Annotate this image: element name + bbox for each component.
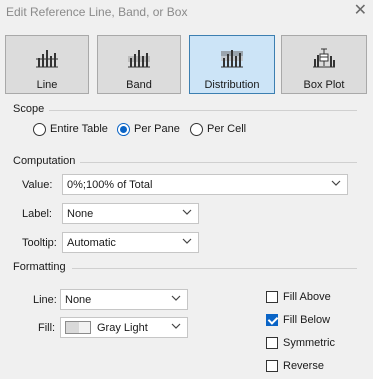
checkbox-label: Fill Below bbox=[283, 314, 331, 326]
type-button-distribution[interactable]: Distribution bbox=[189, 35, 275, 94]
type-button-label: Band bbox=[126, 79, 152, 91]
checkbox-indicator bbox=[266, 337, 278, 349]
scope-divider bbox=[49, 110, 357, 111]
type-button-line[interactable]: Line bbox=[5, 35, 89, 94]
value-select[interactable]: 0%;100% of Total bbox=[62, 174, 348, 195]
type-button-box-plot[interactable]: Box Plot bbox=[281, 35, 367, 94]
reference-distribution-icon bbox=[221, 50, 243, 68]
box-plot-icon bbox=[313, 48, 335, 68]
formatting-divider bbox=[72, 268, 357, 269]
color-swatch bbox=[65, 321, 91, 334]
checkbox-indicator bbox=[266, 360, 278, 372]
checkbox-label: Symmetric bbox=[283, 337, 335, 349]
tooltip-select-value: Automatic bbox=[67, 237, 116, 249]
checkbox-indicator bbox=[266, 314, 278, 326]
fill-select-value: Gray Light bbox=[97, 322, 148, 334]
close-icon[interactable]: ✕ bbox=[354, 2, 367, 20]
line-select[interactable]: None bbox=[60, 289, 188, 310]
value-label: Value: bbox=[22, 179, 53, 191]
chevron-down-icon bbox=[331, 180, 341, 186]
chevron-down-icon bbox=[182, 238, 192, 244]
chevron-down-icon bbox=[171, 323, 181, 329]
computation-heading: Computation bbox=[13, 155, 76, 167]
line-label: Line: bbox=[33, 294, 57, 306]
chevron-down-icon bbox=[171, 295, 181, 301]
computation-divider bbox=[80, 162, 357, 163]
title-bar: Edit Reference Line, Band, or Box ✕ bbox=[0, 0, 373, 24]
reference-line-icon bbox=[36, 50, 58, 68]
label-label: Label: bbox=[22, 208, 52, 220]
radio-indicator bbox=[190, 123, 203, 136]
radio-label: Per Cell bbox=[207, 123, 247, 135]
type-button-band[interactable]: Band bbox=[97, 35, 181, 94]
chevron-down-icon bbox=[182, 209, 192, 215]
reference-band-icon bbox=[128, 50, 150, 68]
fill-label: Fill: bbox=[38, 322, 56, 334]
radio-indicator bbox=[33, 123, 46, 136]
radio-label: Entire Table bbox=[50, 123, 108, 135]
type-button-label: Distribution bbox=[204, 79, 260, 91]
tooltip-select[interactable]: Automatic bbox=[62, 232, 199, 253]
radio-indicator bbox=[117, 123, 130, 136]
scope-heading: Scope bbox=[13, 103, 45, 115]
window-title: Edit Reference Line, Band, or Box bbox=[6, 5, 188, 19]
formatting-heading: Formatting bbox=[13, 261, 66, 273]
line-select-value: None bbox=[65, 294, 92, 306]
checkbox-indicator bbox=[266, 291, 278, 303]
value-select-value: 0%;100% of Total bbox=[67, 179, 153, 191]
checkbox-label: Reverse bbox=[283, 360, 324, 372]
fill-select[interactable]: Gray Light bbox=[60, 317, 188, 338]
tooltip-label: Tooltip: bbox=[22, 237, 57, 249]
type-button-label: Line bbox=[36, 79, 58, 91]
label-select[interactable]: None bbox=[62, 203, 199, 224]
checkbox-label: Fill Above bbox=[283, 291, 331, 303]
type-button-label: Box Plot bbox=[303, 79, 345, 91]
label-select-value: None bbox=[67, 208, 94, 220]
radio-label: Per Pane bbox=[134, 123, 180, 135]
